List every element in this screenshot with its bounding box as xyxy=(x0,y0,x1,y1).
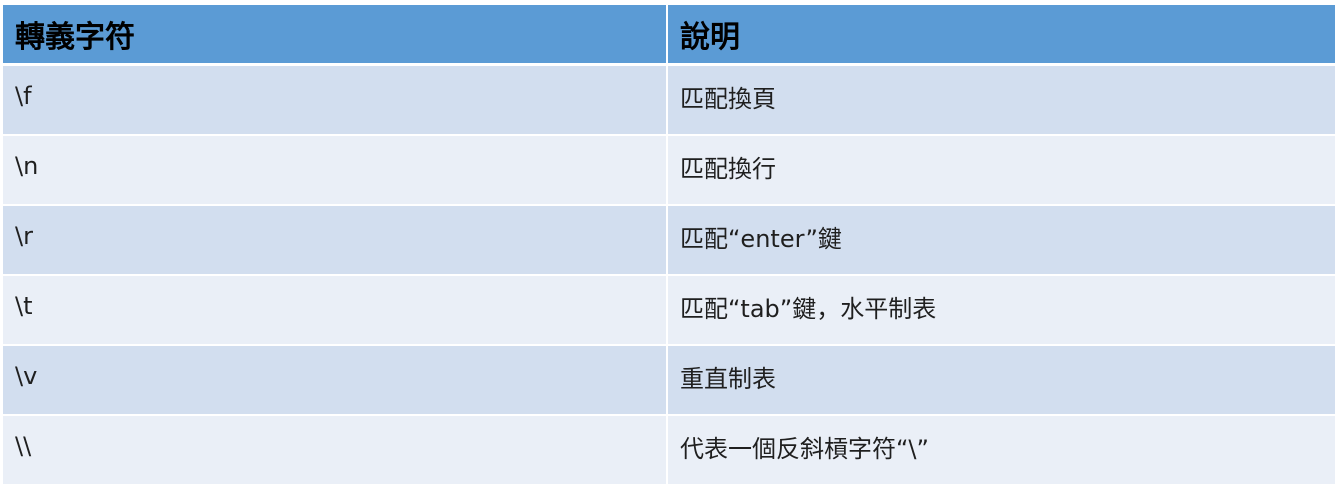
table-row: \\ 代表一個反斜槓字符“\” xyxy=(3,415,1335,486)
table-row: \t 匹配“tab”鍵，水平制表 xyxy=(3,275,1335,346)
header-description: 說明 xyxy=(666,5,1335,66)
description-cell: 代表一個反斜槓字符“\” xyxy=(666,415,1335,486)
table-row: \f 匹配換頁 xyxy=(3,64,1335,136)
escape-char-cell: \f xyxy=(3,64,667,136)
escape-char-cell: \\ xyxy=(3,415,667,486)
escape-char-cell: \n xyxy=(3,135,667,206)
description-cell: 匹配“enter”鍵 xyxy=(666,205,1335,276)
escape-char-cell: \r xyxy=(3,205,667,276)
table-header-row: 轉義字符 說明 xyxy=(3,5,1335,66)
escape-char-cell: \v xyxy=(3,345,667,416)
header-escape-character: 轉義字符 xyxy=(3,5,667,66)
description-cell: 重直制表 xyxy=(666,345,1335,416)
description-cell: 匹配換行 xyxy=(666,135,1335,206)
escape-char-cell: \t xyxy=(3,275,667,346)
description-cell: 匹配“tab”鍵，水平制表 xyxy=(666,275,1335,346)
description-cell: 匹配換頁 xyxy=(666,64,1335,136)
escape-characters-table: 轉義字符 說明 \f 匹配換頁 \n 匹配換行 \r 匹配“enter”鍵 \t… xyxy=(3,5,1335,486)
table-row: \n 匹配換行 xyxy=(3,135,1335,206)
escape-characters-table-container: 轉義字符 說明 \f 匹配換頁 \n 匹配換行 \r 匹配“enter”鍵 \t… xyxy=(3,5,1335,486)
table-row: \v 重直制表 xyxy=(3,345,1335,416)
table-row: \r 匹配“enter”鍵 xyxy=(3,205,1335,276)
